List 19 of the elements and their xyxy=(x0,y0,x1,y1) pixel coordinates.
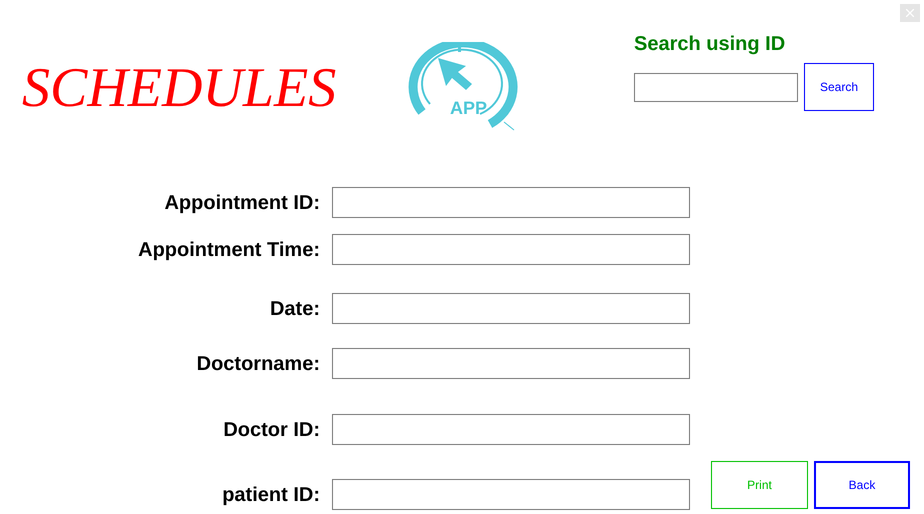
field-label: Appointment ID: xyxy=(163,190,321,216)
field-label: Appointment Time: xyxy=(137,238,321,262)
logo-drawing: APP xyxy=(400,42,518,134)
field-label: patient ID: xyxy=(221,482,321,508)
field-label: Doctorname: xyxy=(196,352,321,376)
input-field[interactable] xyxy=(332,479,690,510)
input-field[interactable] xyxy=(332,348,690,379)
input-field[interactable] xyxy=(332,414,690,445)
input-field[interactable] xyxy=(332,187,690,218)
input-field[interactable] xyxy=(332,293,690,324)
field-label: Doctor ID: xyxy=(222,418,321,442)
back-button[interactable]: Back xyxy=(814,461,910,509)
field-label: Date: xyxy=(268,296,321,322)
search-button[interactable]: Search xyxy=(804,63,874,111)
page-title: SCHEDULES xyxy=(22,60,338,116)
close-icon xyxy=(906,9,914,17)
search-field[interactable] xyxy=(634,72,798,102)
search-heading: Search using ID xyxy=(634,32,786,57)
input-field[interactable] xyxy=(332,234,690,265)
